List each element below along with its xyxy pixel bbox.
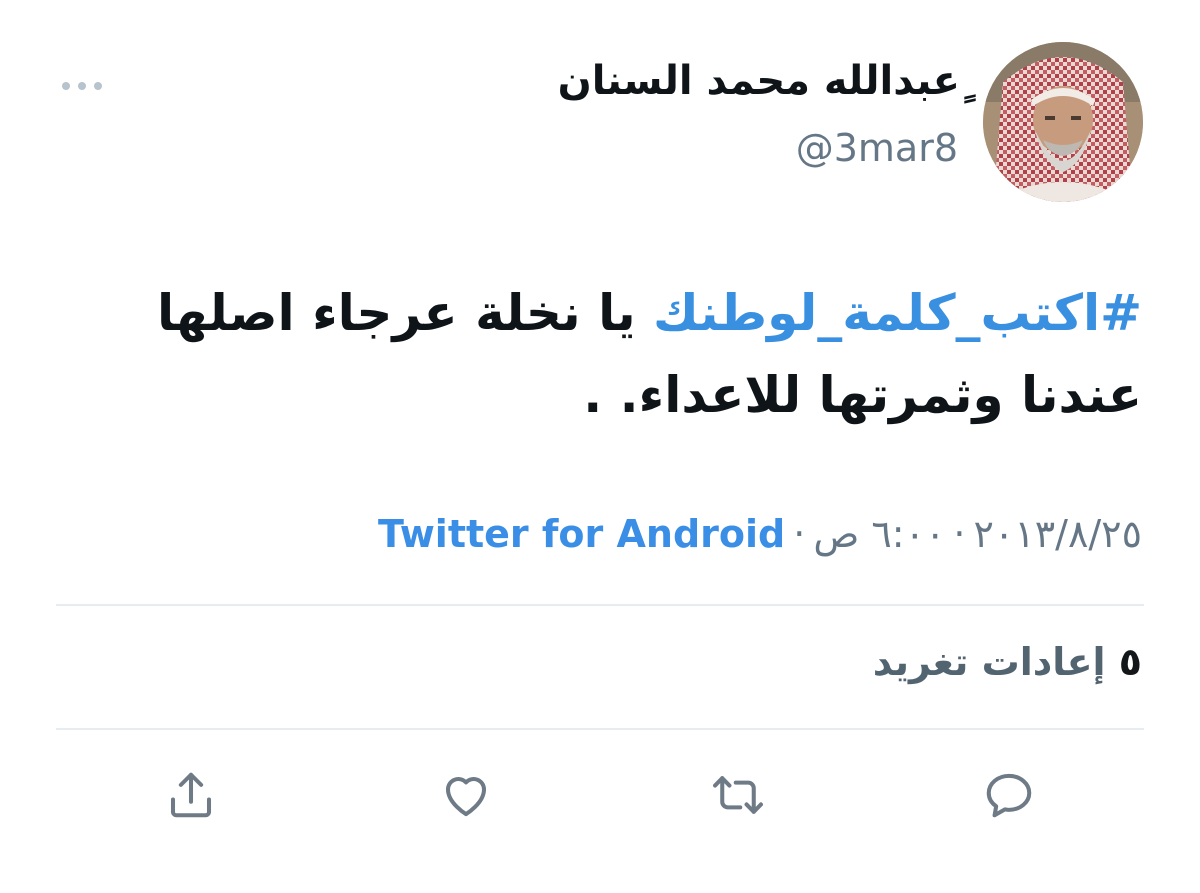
author-handle[interactable]: @3mar8	[796, 126, 958, 170]
retweet-button[interactable]	[708, 765, 768, 825]
tweet-meta: ٢٠١٣/٨/٢٥·٦:٠٠ ص·Twitter for Android	[378, 512, 1142, 556]
more-options-icon[interactable]	[62, 76, 102, 96]
tweet-date[interactable]: ٢٠١٣/٨/٢٥	[974, 512, 1142, 556]
divider	[56, 728, 1144, 730]
retweet-icon	[713, 776, 763, 814]
meta-separator: ·	[953, 512, 966, 556]
like-button[interactable]	[436, 765, 496, 825]
reply-button[interactable]	[979, 765, 1039, 825]
more-dot	[62, 82, 70, 90]
retweet-label: إعادات تغريد	[872, 640, 1106, 684]
share-button[interactable]	[161, 765, 221, 825]
tweet-source-link[interactable]: Twitter for Android	[378, 512, 785, 556]
like-icon	[445, 777, 487, 817]
divider	[56, 604, 1144, 606]
avatar-image	[983, 42, 1143, 202]
more-dot	[78, 82, 86, 90]
author-display-name[interactable]: ٍعبدالله محمد السنان	[558, 58, 960, 104]
retweet-count: ٥	[1118, 640, 1142, 684]
avatar[interactable]	[983, 42, 1143, 202]
tweet-time[interactable]: ٦:٠٠ ص	[813, 512, 945, 556]
meta-separator: ·	[793, 512, 806, 556]
share-icon	[170, 772, 212, 818]
more-dot	[94, 82, 102, 90]
reply-icon	[986, 773, 1032, 818]
hashtag-link[interactable]: #اكتب_كلمة_لوطنك	[653, 284, 1142, 342]
retweet-stats[interactable]: ٥ إعادات تغريد	[873, 640, 1142, 684]
tweet-text: #اكتب_كلمة_لوطنك يا نخلة عرجاء اصلها عند…	[52, 272, 1142, 436]
